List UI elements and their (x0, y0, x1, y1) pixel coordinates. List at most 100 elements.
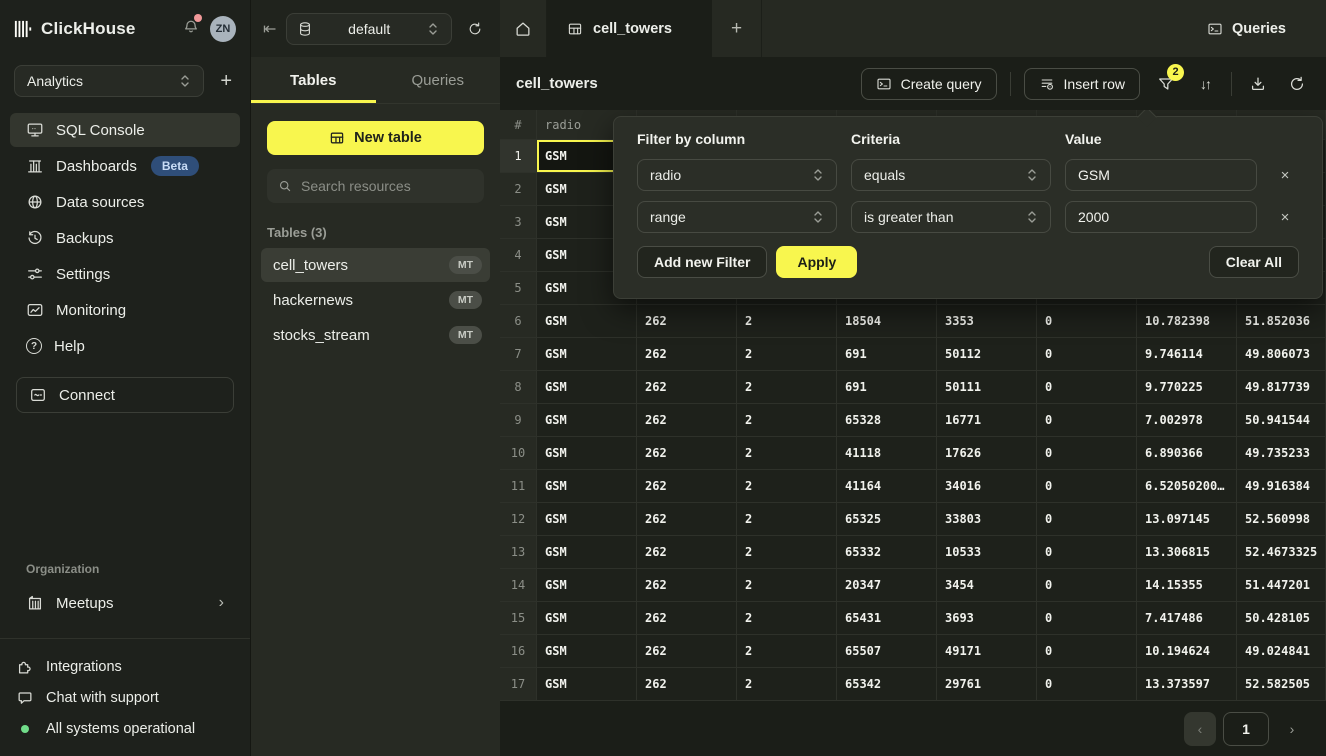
table-cell[interactable]: 52.582505 (1237, 668, 1326, 701)
sidebar-item-data-sources[interactable]: Data sources (10, 185, 240, 219)
table-cell[interactable]: 0 (1037, 602, 1137, 635)
table-cell[interactable]: 2 (737, 371, 837, 404)
list-item-hackernews[interactable]: hackernews MT (261, 283, 490, 317)
table-cell[interactable]: 51.852036 (1237, 305, 1326, 338)
table-cell[interactable]: 0 (1037, 536, 1137, 569)
table-cell[interactable]: 691 (837, 371, 937, 404)
next-page-button[interactable]: › (1276, 712, 1308, 746)
notifications-button[interactable] (182, 17, 200, 40)
table-cell[interactable]: GSM (537, 602, 637, 635)
sidebar-item-settings[interactable]: Settings (10, 257, 240, 291)
table-cell[interactable]: 18504 (837, 305, 937, 338)
tab-queries[interactable]: Queries (376, 57, 501, 103)
filter-column-select[interactable]: radio (637, 159, 837, 191)
table-cell[interactable]: 50.941544 (1237, 404, 1326, 437)
table-cell[interactable]: 52.560998 (1237, 503, 1326, 536)
current-page-button[interactable]: 1 (1223, 712, 1269, 746)
table-cell[interactable]: GSM (537, 437, 637, 470)
sidebar-item-sql-console[interactable]: SQL Console (10, 113, 240, 147)
avatar[interactable]: ZN (210, 16, 236, 42)
table-cell[interactable]: 3353 (937, 305, 1037, 338)
filter-button[interactable]: 2 (1153, 71, 1179, 97)
row-number[interactable]: 15 (500, 602, 537, 635)
row-number[interactable]: 4 (500, 239, 537, 272)
brand[interactable]: ClickHouse (14, 19, 182, 39)
row-number[interactable]: 7 (500, 338, 537, 371)
table-cell[interactable]: 65342 (837, 668, 937, 701)
table-cell[interactable]: 0 (1037, 470, 1137, 503)
filter-criteria-select[interactable]: equals (851, 159, 1051, 191)
table-cell[interactable]: 262 (637, 305, 737, 338)
table-cell[interactable]: 2 (737, 569, 837, 602)
table-cell[interactable]: 10.194624 (1137, 635, 1237, 668)
table-cell[interactable]: GSM (537, 569, 637, 602)
table-cell[interactable]: 262 (637, 602, 737, 635)
table-cell[interactable]: 50.428105 (1237, 602, 1326, 635)
row-number[interactable]: 11 (500, 470, 537, 503)
table-cell[interactable]: 262 (637, 668, 737, 701)
list-item-cell-towers[interactable]: cell_towers MT (261, 248, 490, 282)
table-cell[interactable]: 65431 (837, 602, 937, 635)
row-number[interactable]: 3 (500, 206, 537, 239)
table-cell[interactable]: GSM (537, 371, 637, 404)
table-cell[interactable]: 49.817739 (1237, 371, 1326, 404)
table-cell[interactable]: 0 (1037, 635, 1137, 668)
table-cell[interactable]: 2 (737, 503, 837, 536)
table-cell[interactable]: 0 (1037, 305, 1137, 338)
table-cell[interactable]: 65328 (837, 404, 937, 437)
row-number[interactable]: 10 (500, 437, 537, 470)
apply-filters-button[interactable]: Apply (776, 246, 857, 278)
table-cell[interactable]: 49.916384 (1237, 470, 1326, 503)
table-cell[interactable]: 2 (737, 536, 837, 569)
table-cell[interactable]: 2 (737, 635, 837, 668)
table-cell[interactable]: 49.735233 (1237, 437, 1326, 470)
table-cell[interactable]: 13.306815 (1137, 536, 1237, 569)
row-number[interactable]: 6 (500, 305, 537, 338)
previous-page-button[interactable]: ‹ (1184, 712, 1216, 746)
table-cell[interactable]: 50111 (937, 371, 1037, 404)
sidebar-item-dashboards[interactable]: Dashboards Beta (10, 149, 240, 183)
refresh-button[interactable] (1284, 71, 1310, 97)
row-number[interactable]: 14 (500, 569, 537, 602)
sidebar-item-help[interactable]: ? Help (10, 329, 240, 363)
table-cell[interactable]: 20347 (837, 569, 937, 602)
row-number[interactable]: 12 (500, 503, 537, 536)
table-cell[interactable]: 262 (637, 503, 737, 536)
table-cell[interactable]: 7.002978 (1137, 404, 1237, 437)
list-item-stocks-stream[interactable]: stocks_stream MT (261, 318, 490, 352)
filter-criteria-select[interactable]: is greater than (851, 201, 1051, 233)
table-cell[interactable]: 3693 (937, 602, 1037, 635)
add-workspace-button[interactable]: + (216, 69, 236, 93)
table-cell[interactable]: 52.4673325 (1237, 536, 1326, 569)
table-cell[interactable]: 262 (637, 536, 737, 569)
table-cell[interactable]: 41118 (837, 437, 937, 470)
sidebar-item-integrations[interactable]: Integrations (0, 651, 250, 682)
table-cell[interactable]: 2 (737, 305, 837, 338)
sidebar-item-chat-support[interactable]: Chat with support (0, 682, 250, 713)
clear-filters-button[interactable]: Clear All (1209, 246, 1299, 278)
filter-column-select[interactable]: range (637, 201, 837, 233)
table-cell[interactable]: 49171 (937, 635, 1037, 668)
create-query-button[interactable]: Create query (861, 68, 997, 100)
table-cell[interactable]: GSM (537, 668, 637, 701)
remove-filter-button[interactable]: × (1271, 167, 1299, 184)
sort-button[interactable]: ↓↑ (1192, 71, 1218, 97)
table-cell[interactable]: 2 (737, 437, 837, 470)
row-number[interactable]: 13 (500, 536, 537, 569)
table-cell[interactable]: 34016 (937, 470, 1037, 503)
table-cell[interactable]: 262 (637, 569, 737, 602)
table-cell[interactable]: 0 (1037, 569, 1137, 602)
table-cell[interactable]: GSM (537, 635, 637, 668)
table-cell[interactable]: 262 (637, 404, 737, 437)
insert-row-button[interactable]: Insert row (1024, 68, 1140, 100)
table-cell[interactable]: 10533 (937, 536, 1037, 569)
table-cell[interactable]: 2 (737, 602, 837, 635)
system-status[interactable]: All systems operational (0, 713, 250, 744)
table-cell[interactable]: 6.890366 (1137, 437, 1237, 470)
download-button[interactable] (1245, 71, 1271, 97)
table-cell[interactable]: 51.447201 (1237, 569, 1326, 602)
table-cell[interactable]: GSM (537, 338, 637, 371)
filter-value-input[interactable] (1065, 201, 1257, 233)
connect-button[interactable]: Connect (16, 377, 234, 413)
table-cell[interactable]: 33803 (937, 503, 1037, 536)
